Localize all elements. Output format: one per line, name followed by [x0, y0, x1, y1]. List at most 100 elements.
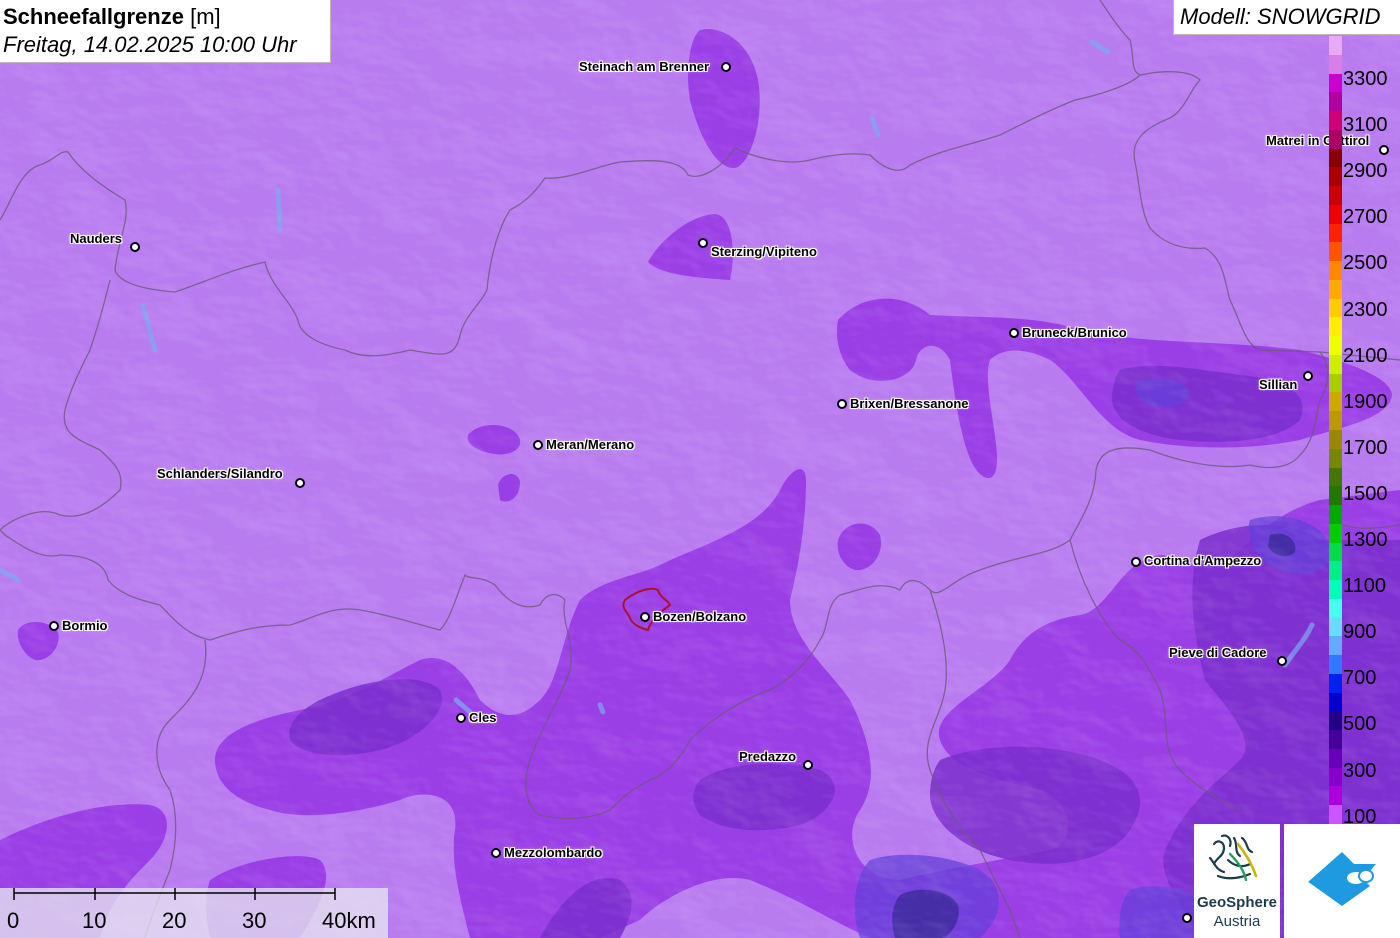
city-label-predazzo: Predazzo — [739, 749, 797, 764]
city-marker-predazzo[interactable] — [803, 760, 813, 770]
legend-color-step — [1329, 261, 1342, 281]
city-marker-matrei[interactable] — [1379, 145, 1389, 155]
city-marker-mezzolombardo[interactable] — [491, 848, 501, 858]
legend-color-step — [1329, 204, 1342, 225]
scale-label-30: 30 — [242, 908, 267, 933]
city-marker-brixen[interactable] — [837, 399, 847, 409]
legend-color-step — [1329, 598, 1342, 619]
legend-color-step — [1329, 655, 1342, 675]
geosphere-text: GeoSphere — [1196, 894, 1278, 911]
legend-label-2300: 2300 — [1343, 298, 1388, 321]
legend-color-step — [1329, 36, 1342, 56]
city-marker-schlanders[interactable] — [295, 478, 305, 488]
legend-color-step — [1329, 730, 1342, 750]
city-label-bruneck: Bruneck/Brunico — [1022, 325, 1127, 340]
city-marker-sillian[interactable] — [1303, 371, 1313, 381]
legend-color-step — [1329, 317, 1342, 337]
title-box: Schneefallgrenze [m] Freitag, 14.02.2025… — [0, 0, 331, 63]
legend-label-1100: 1100 — [1343, 575, 1387, 598]
legend-color-step — [1329, 54, 1342, 74]
city-label-pieve: Pieve di Cadore — [1169, 645, 1267, 660]
scale-label-20: 20 — [162, 908, 187, 933]
city-label-steinach: Steinach am Brenner — [579, 59, 710, 74]
weather-app-logo[interactable] — [1284, 824, 1400, 938]
scale-label-10: 10 — [82, 908, 107, 933]
scale-label-0: 0 — [7, 908, 20, 933]
legend-color-step — [1329, 561, 1342, 581]
legend-color-step — [1329, 223, 1342, 243]
city-label-bormio: Bormio — [62, 618, 108, 633]
legend-color-step — [1329, 523, 1342, 544]
legend-label-3100: 3100 — [1343, 114, 1388, 137]
legend-color-step — [1329, 354, 1342, 375]
map-title: Schneefallgrenze [m] — [3, 3, 330, 31]
legend-label-500: 500 — [1343, 713, 1377, 736]
legend-color-step — [1329, 392, 1342, 412]
legend-color-step — [1329, 486, 1342, 506]
legend-color-step — [1329, 580, 1342, 600]
geosphere-logo[interactable]: GeoSphere Austria — [1194, 824, 1280, 938]
legend-color-step — [1329, 673, 1342, 694]
legend-label-2100: 2100 — [1343, 344, 1388, 367]
city-label-meran: Meran/Merano — [546, 437, 635, 452]
legend-label-700: 700 — [1343, 667, 1377, 690]
legend-color-step — [1329, 467, 1342, 487]
legend-label-3300: 3300 — [1343, 68, 1388, 90]
city-label-bozen: Bozen/Bolzano — [653, 609, 747, 624]
geosphere-swirl-icon — [1208, 834, 1258, 882]
austria-text: Austria — [1213, 913, 1261, 930]
legend-color-step — [1329, 505, 1342, 525]
legend-color-step — [1329, 129, 1342, 150]
legend-label-300: 300 — [1343, 759, 1377, 782]
cloud-arrow-icon — [1308, 852, 1376, 906]
map-datetime: Freitag, 14.02.2025 10:00 Uhr — [3, 32, 297, 57]
legend-label-1500: 1500 — [1343, 482, 1388, 505]
legend-color-step — [1329, 336, 1342, 356]
legend-color-step — [1329, 242, 1342, 262]
legend-color-step — [1329, 298, 1342, 318]
legend-color-step — [1329, 542, 1342, 562]
legend-color-step — [1329, 373, 1342, 393]
legend-label-1700: 1700 — [1343, 436, 1388, 459]
city-label-mezzolombardo: Mezzolombardo — [504, 845, 603, 860]
legend-color-step — [1329, 748, 1342, 769]
legend-color-step — [1329, 448, 1342, 468]
city-marker-cortina[interactable] — [1131, 557, 1141, 567]
legend-color-step — [1329, 92, 1342, 112]
legend-label-2700: 2700 — [1343, 206, 1388, 229]
legend-label-900: 900 — [1343, 621, 1377, 644]
city-marker-bormio[interactable] — [49, 621, 59, 631]
city-label-sillian: Sillian — [1259, 377, 1298, 392]
legend-color-step — [1329, 636, 1342, 656]
city-marker-nauders[interactable] — [130, 242, 140, 252]
legend-label-1300: 1300 — [1343, 529, 1388, 551]
city-label-schlanders: Schlanders/Silandro — [157, 466, 283, 481]
legend-color-step — [1329, 411, 1342, 431]
city-marker-meran[interactable] — [533, 440, 543, 450]
legend-color-step — [1329, 186, 1342, 206]
legend-color-step — [1329, 148, 1342, 168]
legend-label-2500: 2500 — [1343, 252, 1388, 275]
city-marker-sterzing[interactable] — [698, 238, 708, 248]
city-marker-unlabeled[interactable] — [1182, 913, 1192, 923]
city-marker-pieve[interactable] — [1277, 656, 1287, 666]
legend-color-step — [1329, 73, 1342, 93]
city-marker-steinach[interactable] — [721, 62, 731, 72]
model-label: Modell: SNOWGRID — [1173, 0, 1400, 35]
city-label-cles: Cles — [469, 710, 497, 725]
title-text: Schneefallgrenze — [3, 4, 184, 29]
legend-color-step — [1329, 430, 1342, 450]
legend-color-step — [1329, 617, 1342, 637]
city-marker-bruneck[interactable] — [1009, 328, 1019, 338]
legend-label-1900: 1900 — [1343, 390, 1388, 413]
scale-label-40km: 40km — [322, 908, 376, 933]
legend-color-step — [1329, 279, 1342, 300]
city-label-sterzing: Sterzing/Vipiteno — [711, 244, 817, 259]
legend-color-step — [1329, 111, 1342, 131]
legend-color-step — [1329, 767, 1342, 787]
legend-color-step — [1329, 805, 1342, 825]
city-marker-cles[interactable] — [456, 713, 466, 723]
legend-color-step — [1329, 692, 1342, 712]
legend-color-step — [1329, 786, 1342, 806]
city-marker-bozen[interactable] — [640, 612, 650, 622]
